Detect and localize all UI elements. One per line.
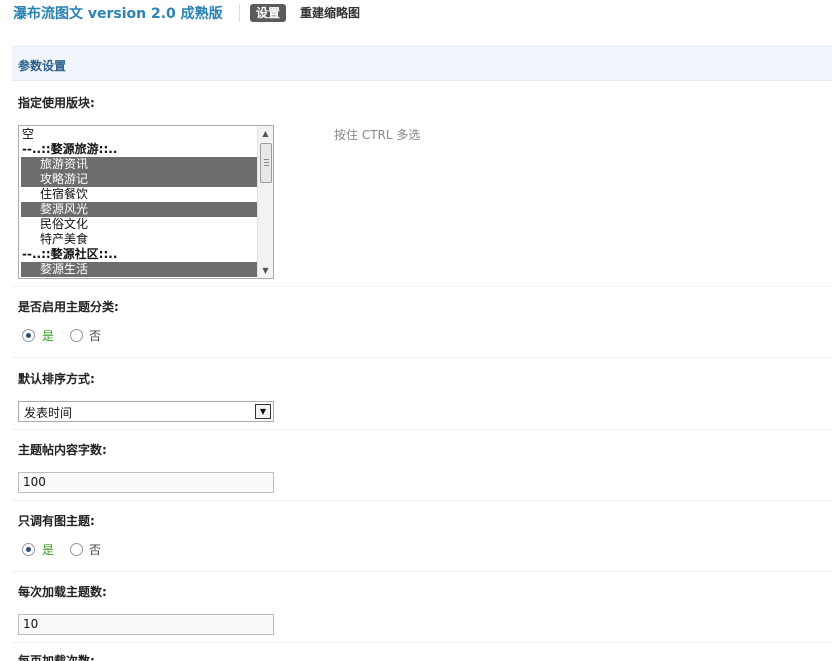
- divider: [12, 429, 832, 430]
- grip-line: [264, 159, 269, 160]
- top-bar: 瀑布流图文 version 2.0 成熟版 设置 重建缩略图: [0, 0, 832, 30]
- scrollbar-thumb[interactable]: [260, 143, 272, 183]
- thread-type-yes-radio[interactable]: [22, 329, 35, 342]
- forum-option[interactable]: 空: [21, 127, 257, 142]
- content-length-label: 主题帖内容字数:: [18, 443, 107, 457]
- scroll-down-icon[interactable]: ▼: [258, 263, 273, 278]
- divider: [12, 500, 832, 501]
- per-load-label: 每次加载主题数:: [18, 585, 107, 599]
- forums-label: 指定使用版块:: [18, 96, 95, 110]
- forum-option[interactable]: 住宿餐饮: [21, 187, 257, 202]
- forum-option[interactable]: 旅游资讯: [21, 157, 257, 172]
- top-divider: [239, 4, 240, 22]
- forum-option[interactable]: 婺源生活: [21, 262, 257, 277]
- divider: [12, 357, 832, 358]
- thread-type-no-label[interactable]: 否: [89, 328, 101, 344]
- scroll-up-icon[interactable]: ▲: [258, 126, 273, 141]
- content-length-input[interactable]: 100: [18, 472, 274, 493]
- image-only-label: 只调有图主题:: [18, 514, 95, 528]
- forum-option[interactable]: 特产美食: [21, 232, 257, 247]
- section-title: 参数设置: [18, 59, 67, 73]
- thread-type-no-radio[interactable]: [70, 329, 83, 342]
- listbox-scrollbar[interactable]: ▲ ▼: [257, 126, 273, 278]
- grip-line: [264, 162, 269, 163]
- app-title: 瀑布流图文 version 2.0 成熟版: [13, 6, 223, 22]
- tab-rebuild-thumbnails[interactable]: 重建缩略图: [300, 5, 360, 21]
- section-header: 参数设置: [12, 46, 832, 81]
- per-page-loads-label: 每页加载次数:: [18, 654, 95, 661]
- forums-listbox[interactable]: 空 --..::婺源旅游::.. 旅游资讯 攻略游记 住宿餐饮 婺源风光 民俗文…: [18, 125, 274, 279]
- divider: [12, 571, 832, 572]
- tab-settings[interactable]: 设置: [250, 4, 287, 22]
- forum-group-option[interactable]: --..::婺源旅游::..: [21, 142, 257, 157]
- forum-option[interactable]: 婺源风光: [21, 202, 257, 217]
- multi-select-hint: 按住 CTRL 多选: [334, 128, 421, 142]
- forums-option-list: 空 --..::婺源旅游::.. 旅游资讯 攻略游记 住宿餐饮 婺源风光 民俗文…: [21, 127, 257, 277]
- image-only-no-label[interactable]: 否: [89, 542, 101, 558]
- sort-order-value: 发表时间: [24, 406, 73, 420]
- forum-option[interactable]: 攻略游记: [21, 172, 257, 187]
- divider: [12, 642, 832, 643]
- thread-type-yes-label[interactable]: 是: [42, 328, 54, 344]
- chevron-down-icon[interactable]: ▼: [255, 404, 271, 419]
- image-only-yes-label[interactable]: 是: [42, 542, 54, 558]
- sort-order-select[interactable]: 发表时间 ▼: [18, 401, 274, 422]
- image-only-yes-radio[interactable]: [22, 543, 35, 556]
- image-only-no-radio[interactable]: [70, 543, 83, 556]
- forum-option[interactable]: 民俗文化: [21, 217, 257, 232]
- forum-group-option[interactable]: --..::婺源社区::..: [21, 247, 257, 262]
- grip-line: [264, 165, 269, 166]
- sort-order-label: 默认排序方式:: [18, 372, 95, 386]
- divider: [12, 286, 832, 287]
- thread-type-label: 是否启用主题分类:: [18, 300, 119, 314]
- per-load-input[interactable]: 10: [18, 614, 274, 635]
